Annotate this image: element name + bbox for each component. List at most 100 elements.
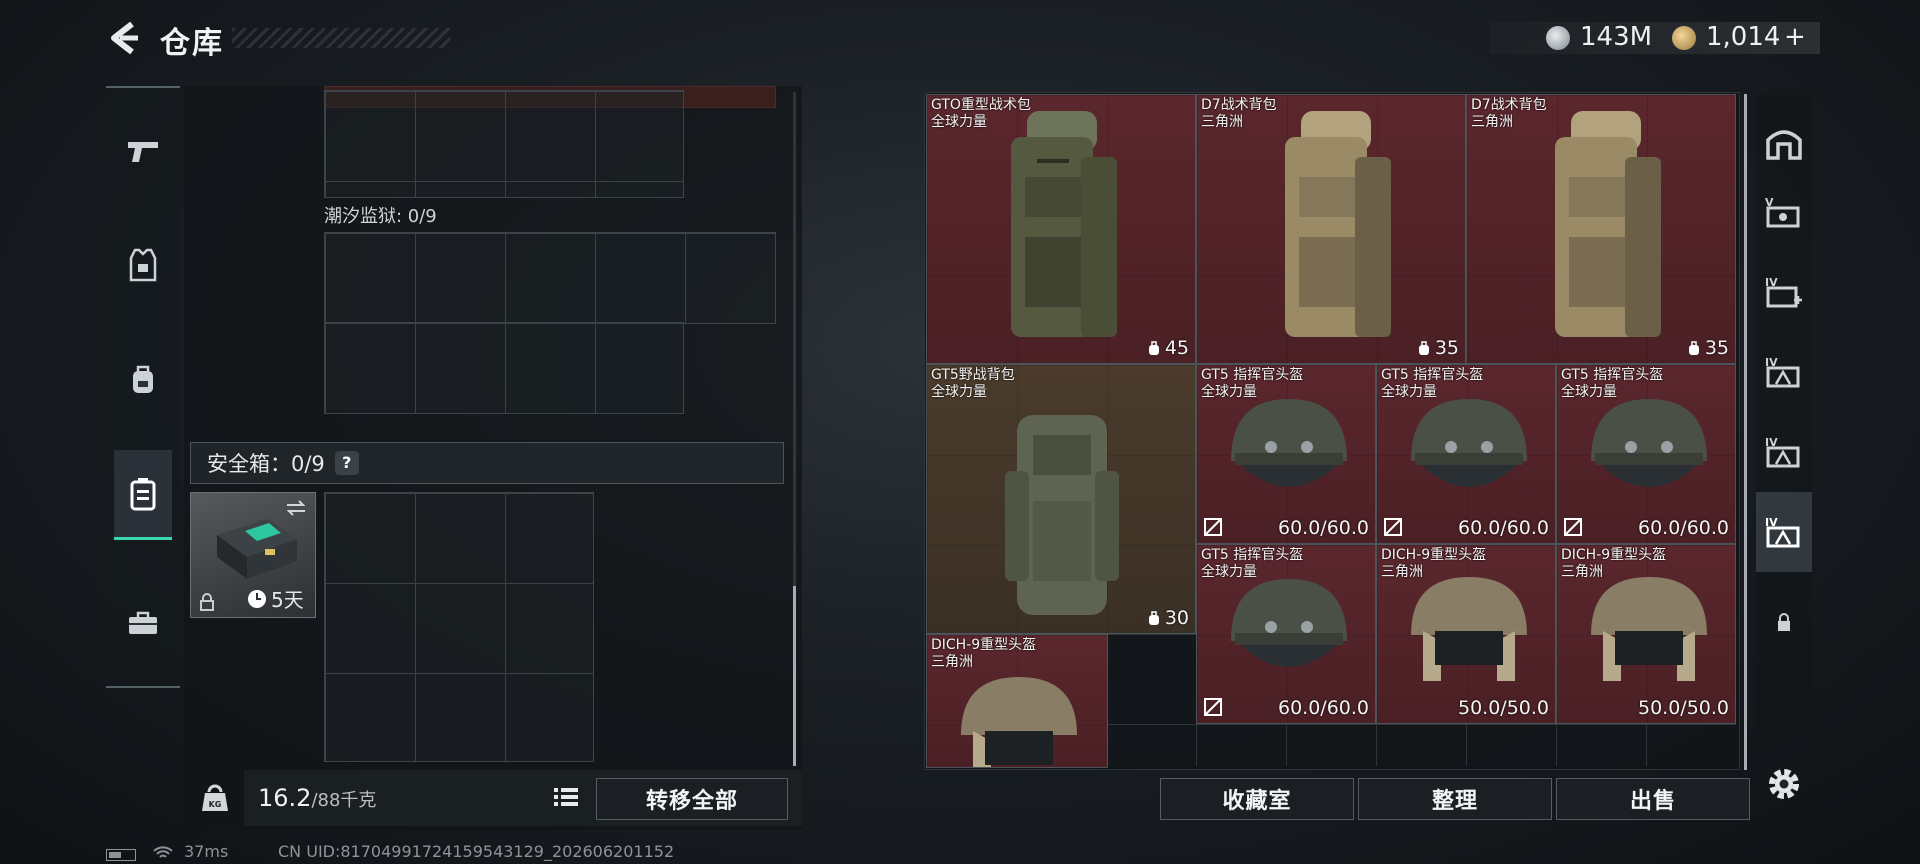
nav-armor[interactable]: [106, 220, 180, 310]
item-faction: 三角洲: [1201, 114, 1243, 130]
inventory-item[interactable]: D7战术背包 三角洲 35: [1196, 94, 1466, 364]
toolbox-icon: [129, 611, 157, 634]
item-name: GT5 指挥官头盔: [1201, 547, 1304, 563]
storage-page-icon: IV: [1765, 436, 1800, 468]
nav-weapon[interactable]: [106, 106, 180, 196]
kettlebell-icon: KG: [202, 784, 228, 811]
warehouse-page-4b-tab[interactable]: IV: [1756, 332, 1812, 412]
item-capacity: 35: [1434, 337, 1459, 359]
locked-page-tab[interactable]: [1756, 582, 1812, 662]
item-durability: 60.0/60.0: [1277, 697, 1369, 719]
help-button[interactable]: ?: [334, 451, 359, 475]
inventory-item[interactable]: GT5 指挥官头盔 全球力量 60.0/60.0: [1196, 364, 1376, 544]
warehouse-page-4c-tab[interactable]: IV: [1756, 412, 1812, 492]
transfer-all-button[interactable]: 转移全部: [596, 778, 788, 820]
backpack-icon: [133, 365, 153, 393]
warehouse-home-tab[interactable]: [1756, 102, 1812, 182]
capacity-icon: [1688, 340, 1699, 355]
weight-readout: 16.2/88千克: [258, 784, 376, 812]
nav-safe-container[interactable]: [114, 450, 172, 540]
broken-durability-icon: [1384, 518, 1402, 536]
inventory-item[interactable]: D7战术背包 三角洲 35: [1466, 94, 1736, 364]
inventory-item[interactable]: DICH-9重型头盔 三角洲 50.0/50.0: [1556, 544, 1736, 724]
item-durability: 50.0/50.0: [1457, 697, 1549, 719]
nav-backpack[interactable]: [106, 334, 180, 424]
item-faction: 三角洲: [1471, 114, 1513, 130]
weight-indicator: KG: [188, 770, 242, 826]
safe-box-item[interactable]: 5天: [190, 492, 316, 618]
wifi-icon: [153, 846, 173, 858]
storage-page-icon: V: [1765, 196, 1800, 228]
inventory-item[interactable]: GTO重型战术包 全球力量 45: [926, 94, 1196, 364]
item-name: GT5 指挥官头盔: [1201, 367, 1304, 383]
item-durability: 60.0/60.0: [1457, 517, 1549, 539]
title-decoration: [232, 28, 450, 48]
clock-icon: [248, 589, 266, 608]
ping-readout: 37ms: [184, 842, 229, 861]
helmet-image: [1231, 399, 1347, 487]
warehouse-page-4a-tab[interactable]: IV: [1756, 252, 1812, 332]
item-name: D7战术背包: [1201, 97, 1277, 113]
item-capacity: 35: [1704, 337, 1729, 359]
category-sidebar: [106, 86, 180, 688]
svg-text:KG: KG: [209, 800, 222, 809]
inventory-item[interactable]: GT5野战背包 全球力量 30: [926, 364, 1196, 634]
item-faction: 全球力量: [931, 114, 987, 130]
helmet-image: [1231, 579, 1347, 667]
item-durability: 60.0/60.0: [1277, 517, 1369, 539]
helmet-image: [1411, 577, 1527, 681]
helmet-image: [1591, 577, 1707, 681]
item-name: GT5野战背包: [931, 367, 1015, 383]
storage-page-icon: IV: [1765, 356, 1800, 388]
back-arrow-icon: [111, 21, 138, 55]
capacity-icon: [1418, 340, 1429, 355]
safe-box-grid[interactable]: [324, 492, 594, 762]
broken-durability-icon: [1564, 518, 1582, 536]
backpack-image: [1005, 415, 1119, 615]
inventory-item[interactable]: DICH-9重型头盔 三角洲 50.0/50.0: [1376, 544, 1556, 724]
pistol-icon: [128, 142, 158, 162]
backpack-image: [1285, 111, 1391, 337]
lock-icon: [200, 593, 214, 611]
capacity-icon: [1148, 340, 1159, 355]
tide-prison-grid-row1[interactable]: [324, 232, 776, 324]
list-icon: [554, 788, 578, 806]
nav-toolbox[interactable]: [106, 578, 180, 668]
item-durability: 50.0/50.0: [1637, 697, 1729, 719]
broken-durability-icon: [1204, 518, 1222, 536]
inventory-item[interactable]: GT5 指挥官头盔 全球力量 60.0/60.0: [1196, 544, 1376, 724]
collection-room-button[interactable]: 收藏室: [1160, 778, 1354, 820]
inventory-item[interactable]: GT5 指挥官头盔 全球力量 60.0/60.0: [1376, 364, 1556, 544]
helmet-image: [1591, 399, 1707, 487]
battery-icon: [106, 849, 136, 861]
item-faction: 三角洲: [931, 654, 973, 670]
weight-value: 16.2: [258, 784, 312, 812]
container-icon: [130, 477, 156, 510]
storage-scrollbar-thumb[interactable]: [793, 586, 796, 766]
backpack-image: [1555, 111, 1661, 337]
user-uid: CN UID:81704991724159543129_202606201152: [278, 842, 675, 861]
page-title: 仓库: [160, 26, 224, 61]
item-capacity: 45: [1164, 337, 1189, 359]
warehouse-scrollbar[interactable]: [1744, 94, 1747, 770]
sort-button[interactable]: 整理: [1358, 778, 1552, 820]
gold-coin-icon: [1672, 26, 1696, 50]
storage-grid-upper[interactable]: [324, 90, 684, 198]
warehouse-page-5-tab[interactable]: V: [1756, 172, 1812, 252]
add-currency-button[interactable]: +: [1784, 22, 1806, 52]
item-durability: 60.0/60.0: [1637, 517, 1729, 539]
back-button[interactable]: [104, 18, 144, 58]
sell-button[interactable]: 出售: [1556, 778, 1750, 820]
settings-gear-icon[interactable]: [1762, 762, 1806, 806]
warehouse-page-4d-tab[interactable]: IV: [1756, 492, 1812, 572]
inventory-item[interactable]: DICH-9重型头盔 三角洲: [926, 634, 1108, 768]
storage-page-icon: IV: [1765, 276, 1802, 308]
inventory-item[interactable]: GT5 指挥官头盔 全球力量 60.0/60.0: [1556, 364, 1736, 544]
item-name: DICH-9重型头盔: [931, 637, 1037, 653]
safe-box-label: 安全箱：0/9: [207, 452, 325, 476]
list-view-button[interactable]: [546, 780, 586, 814]
item-name: D7战术背包: [1471, 97, 1547, 113]
broken-durability-icon: [1204, 698, 1222, 716]
safe-box-header: 安全箱：0/9 ?: [190, 442, 784, 484]
tide-prison-grid-row2[interactable]: [324, 322, 684, 414]
